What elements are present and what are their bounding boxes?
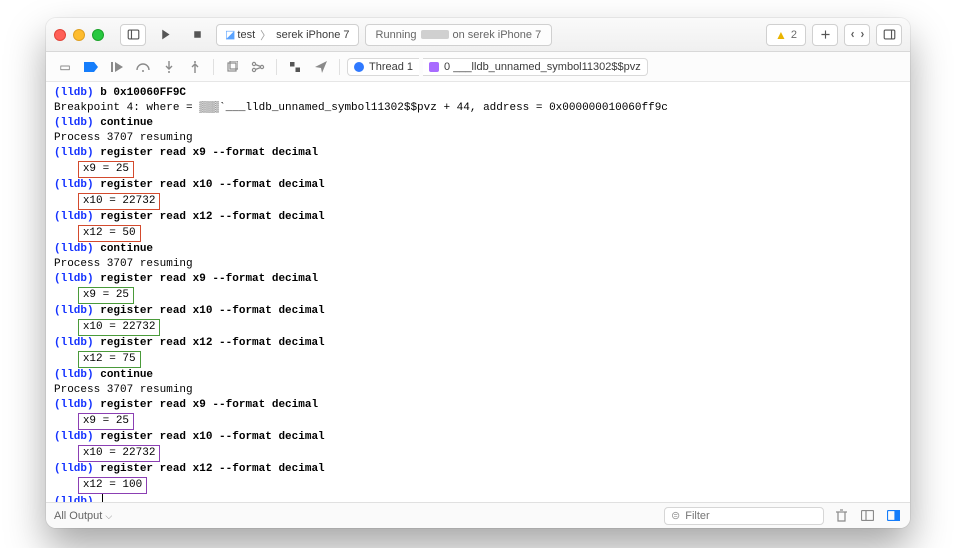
- output-scope-selector[interactable]: All Output ⌵: [54, 510, 112, 522]
- filter-input[interactable]: [685, 510, 817, 522]
- warning-count: 2: [791, 29, 797, 41]
- status-suffix: on serek iPhone 7: [453, 29, 542, 41]
- console-line: x9 = 25: [54, 161, 902, 178]
- console-line: (lldb) register read x9 --format decimal: [54, 398, 902, 413]
- scheme-selector[interactable]: ◪ test 〉 serek iPhone 7: [216, 24, 359, 46]
- warning-icon: ▲: [775, 28, 787, 42]
- console-line: (lldb) register read x9 --format decimal: [54, 146, 902, 161]
- console-line: (lldb) continue: [54, 116, 902, 131]
- toggle-inspectors-button[interactable]: [876, 24, 902, 46]
- console-line: Process 3707 resuming: [54, 131, 902, 146]
- location-button[interactable]: [310, 57, 332, 77]
- frame-label: 0 ___lldb_unnamed_symbol11302$$pvz: [444, 61, 641, 73]
- step-out-button[interactable]: [184, 57, 206, 77]
- activity-status: Running on serek iPhone 7: [365, 24, 553, 46]
- run-button[interactable]: [152, 24, 178, 46]
- console-filter[interactable]: ⊜: [664, 507, 824, 525]
- show-variables-pane-button[interactable]: [858, 507, 876, 525]
- clear-console-button[interactable]: [832, 507, 850, 525]
- console-line: (lldb) register read x12 --format decima…: [54, 210, 902, 225]
- stop-button[interactable]: [184, 24, 210, 46]
- close-icon[interactable]: [54, 29, 66, 41]
- redacted-target-name: [421, 30, 449, 39]
- scheme-name: test: [237, 29, 255, 41]
- console-line: x12 = 50: [54, 225, 902, 242]
- console-bottom-bar: All Output ⌵ ⊜: [46, 502, 910, 528]
- xcode-window: ◪ test 〉 serek iPhone 7 Running on serek…: [46, 18, 910, 528]
- view-debug-button[interactable]: [221, 57, 243, 77]
- console-line: x9 = 25: [54, 413, 902, 430]
- console-line: x12 = 100: [54, 477, 902, 494]
- console-line: (lldb) continue: [54, 242, 902, 257]
- hide-debug-area-button[interactable]: ▭: [54, 57, 76, 77]
- frame-selector[interactable]: 0 ___lldb_unnamed_symbol11302$$pvz: [423, 58, 648, 76]
- console-line: x10 = 22732: [54, 445, 902, 462]
- run-destination: serek iPhone 7: [276, 29, 349, 41]
- continue-button[interactable]: [106, 57, 128, 77]
- add-button[interactable]: [812, 24, 838, 46]
- debug-bar: ▭ Thread 1: [46, 52, 910, 82]
- toggle-navigator-button[interactable]: [120, 24, 146, 46]
- thread-label: Thread 1: [369, 61, 413, 73]
- console-line: (lldb) register read x10 --format decima…: [54, 430, 902, 445]
- memory-graph-button[interactable]: [247, 57, 269, 77]
- console-line: Breakpoint 4: where = ▒▒▒`___lldb_unname…: [54, 101, 902, 116]
- console-line: (lldb) register read x12 --format decima…: [54, 462, 902, 477]
- filter-icon: ⊜: [671, 509, 680, 522]
- console-line: (lldb): [54, 494, 902, 502]
- step-into-button[interactable]: [158, 57, 180, 77]
- console-line: x10 = 22732: [54, 319, 902, 336]
- frame-icon: [429, 62, 439, 72]
- status-prefix: Running: [376, 29, 417, 41]
- console-line: (lldb) register read x12 --format decima…: [54, 336, 902, 351]
- thread-icon: [354, 62, 364, 72]
- console-line: (lldb) b 0x10060FF9C: [54, 86, 902, 101]
- console-line: (lldb) register read x9 --format decimal: [54, 272, 902, 287]
- titlebar: ◪ test 〉 serek iPhone 7 Running on serek…: [46, 18, 910, 52]
- thread-selector[interactable]: Thread 1: [347, 58, 419, 76]
- console-line: (lldb) register read x10 --format decima…: [54, 178, 902, 193]
- show-console-pane-button[interactable]: [884, 507, 902, 525]
- lldb-console[interactable]: (lldb) b 0x10060FF9CBreakpoint 4: where …: [46, 82, 910, 502]
- window-controls: [54, 29, 104, 41]
- console-line: (lldb) continue: [54, 368, 902, 383]
- console-line: x12 = 75: [54, 351, 902, 368]
- zoom-icon[interactable]: [92, 29, 104, 41]
- console-line: x10 = 22732: [54, 193, 902, 210]
- console-line: Process 3707 resuming: [54, 257, 902, 272]
- step-over-button[interactable]: [132, 57, 154, 77]
- console-line: x9 = 25: [54, 287, 902, 304]
- code-review-button[interactable]: [844, 24, 870, 46]
- console-line: (lldb) register read x10 --format decima…: [54, 304, 902, 319]
- breakpoints-toggle[interactable]: [80, 57, 102, 77]
- console-line: Process 3707 resuming: [54, 383, 902, 398]
- issues-badge[interactable]: ▲ 2: [766, 24, 806, 46]
- minimize-icon[interactable]: [73, 29, 85, 41]
- env-overrides-button[interactable]: [284, 57, 306, 77]
